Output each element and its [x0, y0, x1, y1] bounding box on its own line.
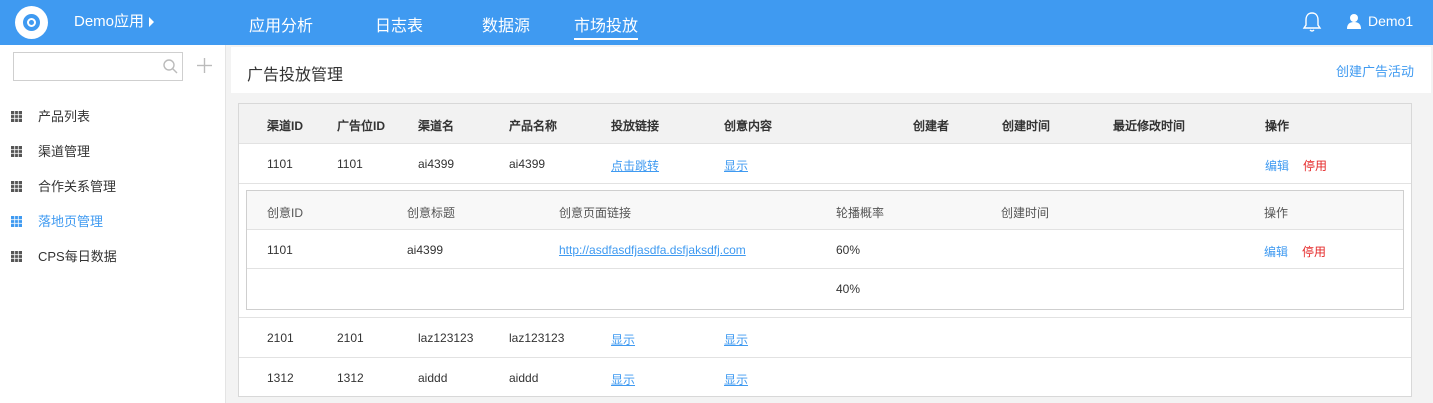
main-content: 广告投放管理 创建广告活动 渠道ID 广告位ID 渠道名 产品名称 投放链接 创…	[226, 45, 1433, 403]
caret-right-icon	[149, 17, 155, 28]
cell-channel-name: laz123123	[418, 331, 474, 345]
grid-icon	[11, 251, 22, 262]
bell-icon[interactable]	[1302, 11, 1322, 33]
cell-slot-id: 2101	[337, 331, 364, 345]
column-header: 创意标题	[407, 206, 456, 220]
sidebar-item-label: 合作关系管理	[38, 179, 117, 194]
edit-button[interactable]: 编辑	[1264, 243, 1288, 260]
cell-rotation-prob: 60%	[836, 243, 861, 257]
grid-icon	[11, 146, 22, 157]
column-header: 创建时间	[1001, 206, 1050, 220]
nav-app-analysis[interactable]: 应用分析	[249, 12, 313, 36]
creative-page-link[interactable]: http://asdfasdfjasdfa.dsfjaksdfj.com	[559, 243, 746, 257]
column-header[interactable]: 创建者	[913, 117, 949, 134]
column-header: 操作	[1265, 119, 1290, 133]
sidebar-item-channel-management[interactable]: 渠道管理	[11, 141, 90, 161]
create-campaign-link[interactable]: 创建广告活动	[1336, 61, 1414, 80]
column-header: 轮播概率	[836, 206, 885, 220]
cell-rotation-prob: 40%	[836, 282, 861, 296]
cell-slot-id: 1101	[337, 157, 363, 171]
nav-log-table[interactable]: 日志表	[375, 12, 423, 36]
sidebar-item-landing-page[interactable]: 落地页管理	[11, 211, 103, 231]
user-icon	[1347, 14, 1361, 29]
sidebar-item-cps-daily[interactable]: CPS每日数据	[11, 246, 117, 266]
cell-slot-id: 1312	[337, 371, 364, 385]
disable-button[interactable]: 停用	[1303, 157, 1327, 174]
ad-table: 渠道ID 广告位ID 渠道名 产品名称 投放链接 创意内容 创建者 创建时间 最…	[238, 103, 1412, 397]
grid-icon	[11, 181, 22, 192]
table-header-row: 渠道ID 广告位ID 渠道名 产品名称 投放链接 创意内容 创建者 创建时间 最…	[239, 104, 1411, 144]
subtable-row[interactable]: 1101 ai4399 http://asdfasdfjasdfa.dsfjak…	[247, 230, 1403, 269]
app-logo[interactable]	[15, 6, 48, 39]
column-header: 创意ID	[267, 206, 304, 220]
creative-subtable: 创意ID 创意标题 创意页面链接 轮播概率 创建时间 操作 1101 ai439…	[246, 190, 1404, 310]
sidebar-item-label: 产品列表	[38, 109, 91, 124]
column-header[interactable]: 创建时间	[1002, 117, 1050, 134]
column-header[interactable]: 渠道ID	[267, 117, 303, 134]
user-name: Demo1	[1368, 13, 1414, 29]
cell-channel-name: ai4399	[418, 157, 455, 171]
top-bar: Demo应用 应用分析 日志表 数据源 市场投放 Demo1	[0, 0, 1433, 45]
column-header: 创意页面链接	[559, 206, 632, 220]
add-icon[interactable]	[196, 57, 213, 74]
subtable-header-row: 创意ID 创意标题 创意页面链接 轮播概率 创建时间 操作	[247, 191, 1403, 230]
cell-creative-title: ai4399	[407, 243, 444, 257]
column-header[interactable]: 渠道名	[418, 117, 454, 134]
column-header[interactable]: 广告位ID	[337, 117, 385, 134]
show-creative-link[interactable]: 显示	[724, 331, 748, 348]
sidebar-item-product-list[interactable]: 产品列表	[11, 106, 90, 126]
column-header[interactable]: 产品名称	[509, 117, 557, 134]
cell-product: laz123123	[509, 331, 565, 345]
cell-creative-id: 1101	[267, 243, 293, 257]
app-name: Demo应用	[74, 13, 145, 30]
creative-subtable-container: 创意ID 创意标题 创意页面链接 轮播概率 创建时间 操作 1101 ai439…	[239, 184, 1411, 318]
show-creative-link[interactable]: 显示	[724, 371, 748, 388]
table-row[interactable]: 1312 1312 aiddd aiddd 显示 显示	[239, 358, 1411, 398]
sidebar-item-label: 渠道管理	[38, 144, 91, 159]
cell-product: aiddd	[509, 371, 539, 385]
cell-channel-name: aiddd	[418, 371, 448, 385]
user-menu[interactable]: Demo1	[1346, 13, 1413, 29]
cell-channel-id: 2101	[267, 331, 294, 345]
grid-icon	[11, 111, 22, 122]
edit-button[interactable]: 编辑	[1265, 157, 1289, 174]
sidebar-item-partnership[interactable]: 合作关系管理	[11, 176, 116, 196]
search-icon[interactable]	[162, 58, 178, 74]
show-creative-link[interactable]: 显示	[724, 157, 748, 174]
cell-product: ai4399	[509, 157, 546, 171]
column-header: 操作	[1264, 206, 1289, 220]
sidebar-item-label: CPS每日数据	[38, 249, 117, 264]
subtable-row[interactable]: 40%	[247, 269, 1403, 308]
show-link[interactable]: 显示	[611, 371, 635, 388]
cell-channel-id: 1101	[267, 157, 293, 171]
table-row[interactable]: 2101 2101 laz123123 laz123123 显示 显示	[239, 318, 1411, 358]
nav-market-delivery[interactable]: 市场投放	[574, 12, 639, 40]
grid-icon	[11, 216, 22, 227]
app-switcher[interactable]: Demo应用	[74, 10, 155, 31]
sidebar: 产品列表 渠道管理 合作关系管理 落地页管理 CPS每日数据	[0, 45, 226, 403]
column-header[interactable]: 投放链接	[611, 117, 659, 134]
delivery-link[interactable]: 点击跳转	[611, 157, 659, 174]
sidebar-item-label: 落地页管理	[38, 214, 104, 229]
page-title: 广告投放管理	[247, 67, 344, 84]
table-row[interactable]: 1101 1101 ai4399 ai4399 点击跳转 显示 编辑 停用	[239, 144, 1411, 184]
column-header[interactable]: 最近修改时间	[1113, 117, 1185, 134]
show-link[interactable]: 显示	[611, 331, 635, 348]
sidebar-search	[13, 52, 183, 81]
page-header: 广告投放管理 创建广告活动	[231, 47, 1431, 93]
search-input[interactable]	[18, 56, 158, 76]
disable-button[interactable]: 停用	[1302, 243, 1326, 260]
cell-channel-id: 1312	[267, 371, 294, 385]
column-header[interactable]: 创意内容	[724, 117, 772, 134]
nav-data-source[interactable]: 数据源	[482, 12, 530, 36]
